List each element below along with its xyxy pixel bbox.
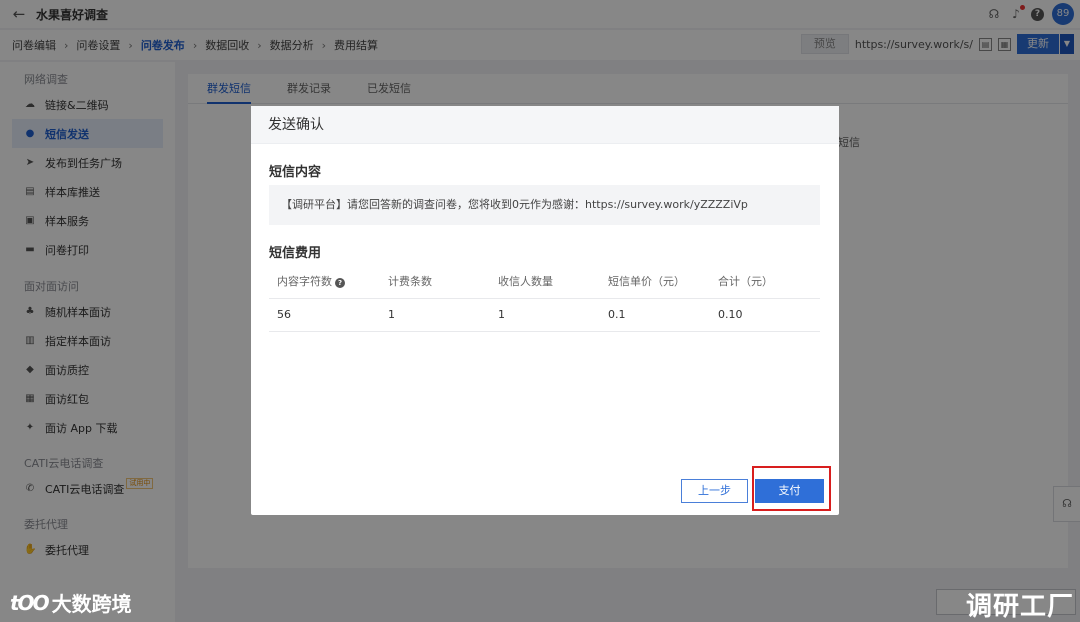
table-header-row: 内容字符数? 计费条数 收信人数量 短信单价（元） 合计（元） [269, 264, 820, 299]
table-cell: 56 [269, 298, 380, 332]
question-icon[interactable]: ? [335, 277, 345, 288]
table-row: 56 1 1 0.1 0.10 [269, 298, 820, 332]
previous-step-button[interactable]: 上一步 [681, 479, 748, 503]
send-confirm-dialog: 发送确认 短信内容 【调研平台】请您回答新的调查问卷，您将收到0元作为感谢：ht… [251, 106, 839, 515]
watermark-logo: tOO [10, 590, 50, 615]
table-header: 短信单价（元） [600, 264, 710, 299]
table-header: 内容字符数? [269, 264, 380, 299]
sms-fee-title: 短信费用 [269, 246, 322, 261]
table-header: 计费条数 [380, 264, 490, 299]
sms-content-title: 短信内容 [269, 165, 322, 180]
dialog-title: 发送确认 [251, 106, 839, 144]
fee-table: 内容字符数? 计费条数 收信人数量 短信单价（元） 合计（元） 56 1 1 0… [269, 264, 820, 332]
table-cell: 1 [380, 298, 490, 332]
watermark-left-text: 大数跨境 [51, 592, 132, 616]
table-cell: 0.1 [600, 298, 710, 332]
watermark-left: tOO 大数跨境 [10, 588, 132, 617]
pay-button[interactable]: 支付 [755, 479, 824, 503]
table-header: 收信人数量 [490, 264, 600, 299]
watermark-right: 调研工厂 [965, 592, 1074, 622]
sms-content-box: 【调研平台】请您回答新的调查问卷，您将收到0元作为感谢：https://surv… [269, 185, 820, 225]
table-header: 合计（元） [710, 264, 820, 299]
table-cell: 1 [490, 298, 600, 332]
table-cell: 0.10 [710, 298, 820, 332]
